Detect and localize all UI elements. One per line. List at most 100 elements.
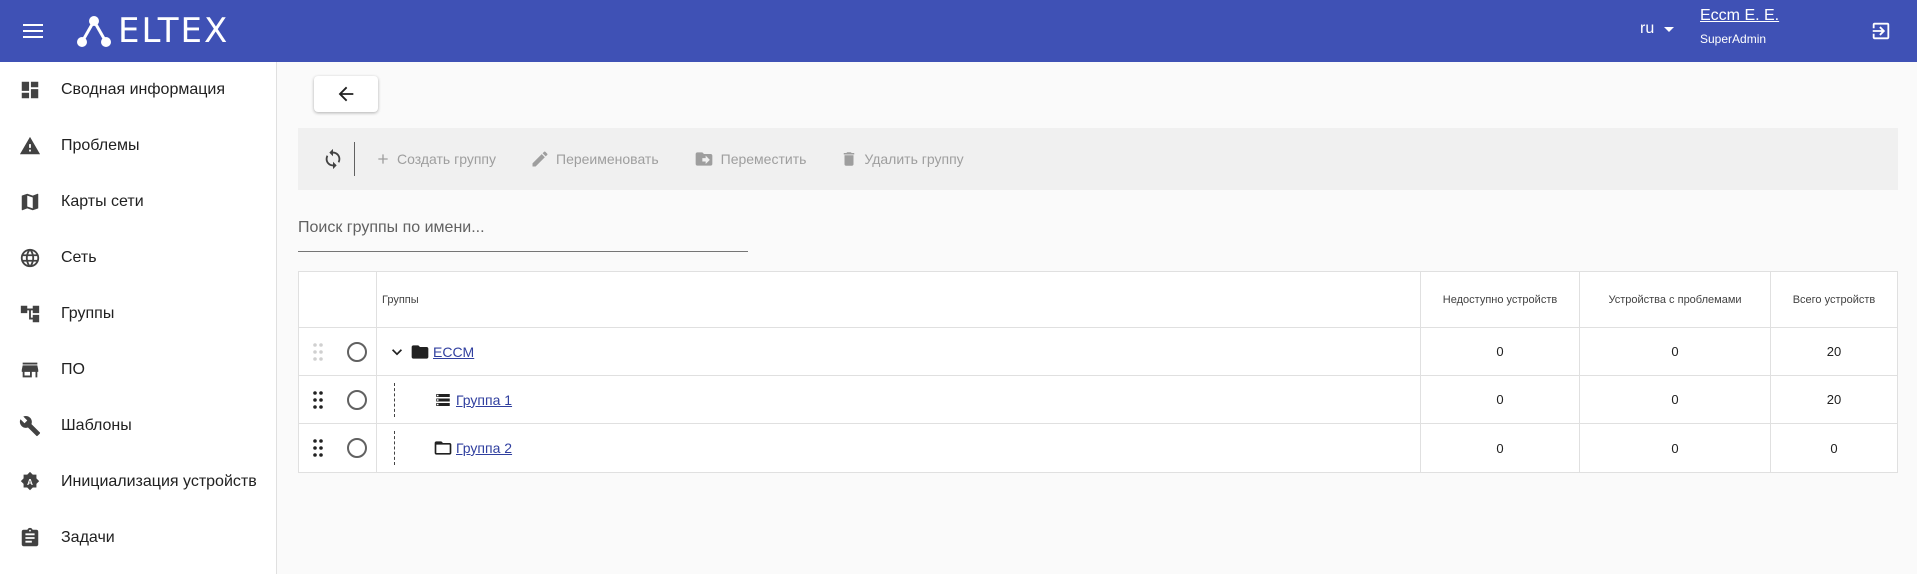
sidebar-item-label: Проблемы — [61, 137, 140, 154]
logo: ELTEX — [74, 9, 229, 53]
problems-count: 0 — [1580, 424, 1771, 472]
row-select-cell — [337, 328, 377, 375]
dashboard-icon — [18, 78, 42, 102]
total-count: 20 — [1826, 344, 1842, 359]
tree-line — [394, 431, 395, 465]
delete-group-label: Удалить группу — [864, 151, 964, 167]
pencil-icon — [532, 151, 548, 167]
problems-count: 0 — [1580, 376, 1771, 423]
user-info: Eccm E. E. SuperAdmin — [1700, 7, 1779, 46]
sidebar-item-network[interactable]: Сеть — [0, 230, 276, 286]
row-radio[interactable] — [346, 389, 367, 410]
header-groups: Группы — [377, 272, 1421, 327]
sidebar-item-device-init[interactable]: A Инициализация устройств — [0, 454, 276, 510]
sidebar-item-network-maps[interactable]: Карты сети — [0, 174, 276, 230]
group-name-cell: ECCM — [377, 328, 1421, 375]
sidebar-item-groups[interactable]: Группы — [0, 286, 276, 342]
user-name-link[interactable]: Eccm E. E. — [1700, 7, 1779, 25]
row-radio[interactable] — [346, 438, 367, 458]
group-search — [298, 208, 748, 252]
move-button[interactable]: Переместить — [693, 149, 807, 169]
delete-group-button[interactable]: Удалить группу — [840, 149, 964, 169]
map-icon — [18, 190, 42, 214]
group-name-cell: Группа 2 — [377, 424, 1421, 472]
sidebar-item-templates[interactable]: Шаблоны — [0, 398, 276, 454]
clipboard-icon — [18, 526, 42, 550]
main-content: Создать группу Переименовать Переместить… — [278, 62, 1917, 574]
unavailable-count: 0 — [1421, 424, 1580, 472]
arrow-back-icon — [338, 86, 354, 102]
group-name-cell: Группа 1 — [377, 376, 1421, 423]
logo-text: ELTEX — [118, 11, 230, 51]
sidebar-item-label: Инициализация устройств — [61, 473, 257, 490]
table-row: Группа 1 0 0 20 — [299, 376, 1897, 424]
refresh-button[interactable] — [320, 146, 346, 172]
list-group-icon — [436, 393, 450, 406]
tree-line — [394, 382, 395, 417]
back-button[interactable] — [314, 76, 378, 112]
settings-a-icon: A — [18, 470, 42, 494]
group-link[interactable]: Группа 1 — [456, 392, 512, 408]
sidebar-item-label: Карты сети — [61, 193, 144, 210]
problems-count: 0 — [1580, 328, 1771, 375]
table-row: Группа 2 0 0 0 — [299, 424, 1897, 472]
store-icon — [18, 358, 42, 382]
folder-filled-icon — [411, 344, 429, 359]
header-problems: Устройства с проблемами — [1580, 272, 1771, 327]
folder-outline-icon — [434, 441, 452, 455]
language-select[interactable]: ru — [1640, 20, 1675, 38]
move-label: Переместить — [720, 151, 807, 167]
toolbar: Создать группу Переименовать Переместить… — [298, 128, 1898, 190]
header-drag-cell — [299, 272, 337, 327]
create-group-label: Создать группу — [397, 151, 496, 167]
unavailable-count: 0 — [1421, 376, 1580, 423]
group-link[interactable]: Группа 2 — [456, 440, 512, 456]
user-role: SuperAdmin — [1700, 32, 1767, 46]
create-group-button[interactable]: Создать группу — [375, 151, 496, 167]
sidebar-item-problems[interactable]: Проблемы — [0, 118, 276, 174]
wrench-icon — [18, 414, 42, 438]
sidebar-item-software[interactable]: ПО — [0, 342, 276, 398]
sync-icon — [325, 148, 341, 170]
sidebar-item-label: ПО — [61, 361, 85, 378]
toolbar-divider — [354, 142, 355, 176]
drag-handle-icon[interactable] — [299, 424, 337, 472]
header-unavailable: Недоступно устройств — [1421, 272, 1580, 327]
drag-handle-icon[interactable] — [299, 376, 337, 423]
folder-move-icon — [695, 152, 712, 166]
plus-icon — [378, 154, 388, 164]
row-select-cell — [337, 376, 377, 423]
language-value: ru — [1640, 20, 1655, 37]
logo-mark-icon — [77, 16, 111, 47]
rename-button[interactable]: Переименовать — [530, 149, 659, 169]
warning-icon — [18, 134, 42, 158]
header-total: Всего устройств — [1792, 293, 1876, 306]
row-select-cell — [337, 424, 377, 472]
sidebar-item-label: Сеть — [61, 249, 97, 266]
caret-down-icon — [1664, 26, 1675, 32]
menu-icon[interactable] — [20, 20, 46, 42]
drag-handle-icon[interactable] — [299, 328, 337, 375]
table-row: ECCM 0 0 20 — [299, 328, 1897, 376]
chevron-down-icon[interactable] — [387, 342, 407, 362]
sidebar: Сводная информация Проблемы Карты сети С… — [0, 62, 277, 574]
top-app-bar: ELTEX ru Eccm E. E. SuperAdmin — [0, 0, 1917, 62]
sidebar-item-label: Группы — [61, 305, 115, 322]
sidebar-item-label: Шаблоны — [61, 417, 132, 434]
unavailable-count: 0 — [1421, 328, 1580, 375]
globe-icon — [18, 246, 42, 270]
sidebar-item-dashboard[interactable]: Сводная информация — [0, 62, 276, 118]
logout-icon[interactable] — [1870, 20, 1892, 42]
table-header-row: Группы Недоступно устройств Устройства с… — [299, 272, 1897, 328]
total-count: 0 — [1830, 440, 1838, 456]
groups-tree-icon — [18, 302, 42, 326]
svg-text:A: A — [27, 478, 33, 487]
rename-label: Переименовать — [556, 151, 659, 167]
sidebar-item-tasks[interactable]: Задачи — [0, 510, 276, 566]
row-radio[interactable] — [346, 341, 367, 362]
group-search-input[interactable] — [298, 208, 748, 248]
total-count: 20 — [1826, 392, 1842, 407]
groups-table: Группы Недоступно устройств Устройства с… — [298, 271, 1898, 473]
group-link[interactable]: ECCM — [433, 344, 474, 360]
header-select-cell — [337, 272, 377, 327]
